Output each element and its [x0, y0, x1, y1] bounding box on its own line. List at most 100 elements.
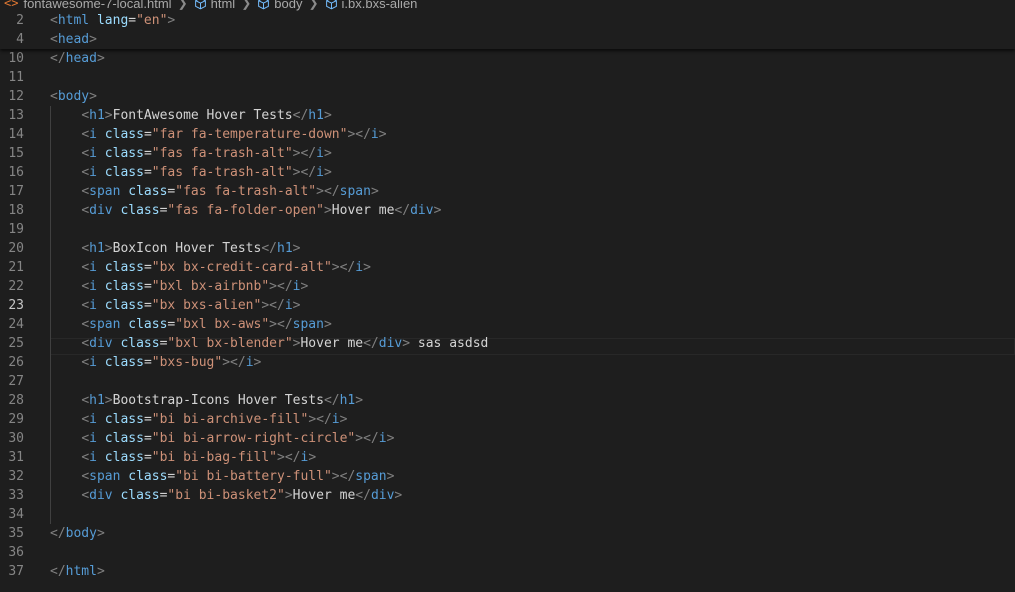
- breadcrumb-item-html[interactable]: html: [194, 0, 235, 11]
- code-text: <i class="bxl bx-airbnb"></i>: [50, 277, 308, 296]
- code-line[interactable]: 35 </body>: [0, 524, 1015, 543]
- code-token: >: [355, 393, 364, 408]
- code-token: =: [143, 298, 152, 313]
- code-line[interactable]: 23 <i class="bx bxs-alien"></i>: [0, 296, 1015, 315]
- code-token: i: [89, 412, 97, 427]
- line-number: 12: [8, 89, 24, 104]
- code-token: =: [143, 450, 152, 465]
- code-line[interactable]: 19: [0, 220, 1015, 239]
- code-text: <i class="far fa-temperature-down"></i>: [50, 125, 386, 144]
- code-token: >: [300, 279, 309, 294]
- code-token: >: [104, 393, 113, 408]
- code-token: class: [104, 298, 144, 313]
- code-token: >: [308, 412, 317, 427]
- code-token: i: [89, 298, 97, 313]
- code-token: >: [96, 51, 105, 66]
- code-line[interactable]: 27: [0, 372, 1015, 391]
- code-token: </: [355, 488, 371, 503]
- code-line[interactable]: 33 <div class="bi bi-basket2">Hover me</…: [0, 486, 1015, 505]
- code-line[interactable]: 14 <i class="far fa-temperature-down"></…: [0, 125, 1015, 144]
- code-token: class: [120, 203, 160, 218]
- code-line[interactable]: 31 <i class="bi bi-bag-fill"></i>: [0, 448, 1015, 467]
- code-token: >: [402, 336, 411, 351]
- breadcrumb-item-body[interactable]: body: [257, 0, 302, 11]
- code-line[interactable]: 24 <span class="bxl bx-aws"></span>: [0, 315, 1015, 334]
- cube-icon: [258, 0, 270, 9]
- code-text: <head>: [50, 30, 97, 49]
- code-token: span: [89, 184, 121, 199]
- code-token: body: [65, 526, 97, 541]
- code-token: >: [269, 279, 277, 294]
- code-token: i: [331, 412, 340, 427]
- code-token: class: [104, 260, 144, 275]
- code-text: <span class="fas fa-trash-alt"></span>: [50, 182, 378, 201]
- code-line[interactable]: 15 <i class="fas fa-trash-alt"></i>: [0, 144, 1015, 163]
- code-token: i: [316, 146, 324, 161]
- code-token: h1: [89, 241, 105, 256]
- code-token: class: [104, 355, 144, 370]
- code-line[interactable]: 29 <i class="bi bi-archive-fill"></i>: [0, 410, 1015, 429]
- code-token: =: [143, 146, 152, 161]
- code-token: div: [89, 203, 113, 218]
- code-token: >: [323, 317, 332, 332]
- code-line[interactable]: 26 <i class="bxs-bug"></i>: [0, 353, 1015, 372]
- code-token: =: [128, 13, 137, 28]
- code-token: >: [89, 32, 97, 47]
- code-token: </: [284, 450, 301, 465]
- code-line[interactable]: 20 <h1>BoxIcon Hover Tests</h1>: [0, 239, 1015, 258]
- code-line[interactable]: 2 <html lang="en">: [0, 11, 1015, 30]
- code-token: >: [331, 469, 340, 484]
- code-text: <i class="bxs-bug"></i>: [50, 353, 261, 372]
- code-line[interactable]: 16 <i class="fas fa-trash-alt"></i>: [0, 163, 1015, 182]
- code-token: <: [81, 469, 90, 484]
- code-line[interactable]: 13 <h1>FontAwesome Hover Tests</h1>: [0, 106, 1015, 125]
- breadcrumb-label: i.bx.bxs-alien: [341, 0, 418, 11]
- code-line[interactable]: 11: [0, 68, 1015, 87]
- code-line[interactable]: 30 <i class="bi bi-arrow-right-circle"><…: [0, 429, 1015, 448]
- code-token: </: [339, 260, 356, 275]
- code-line[interactable]: 10 </head>: [0, 49, 1015, 68]
- code-token: >: [433, 203, 442, 218]
- breadcrumb-item-element[interactable]: i.bx.bxs-alien: [325, 0, 418, 11]
- code-line[interactable]: 36: [0, 543, 1015, 562]
- code-line[interactable]: 34: [0, 505, 1015, 524]
- code-line[interactable]: 37 </html>: [0, 562, 1015, 581]
- code-token: class: [128, 469, 168, 484]
- chevron-right-icon: ❯: [308, 0, 319, 10]
- code-token: </: [300, 146, 317, 161]
- code-token: </: [269, 298, 285, 313]
- breadcrumb-item-file[interactable]: <> fontawesome-7-local.html: [4, 0, 172, 11]
- code-token: i: [355, 260, 364, 275]
- code-line[interactable]: 28 <h1>Bootstrap-Icons Hover Tests</h1>: [0, 391, 1015, 410]
- code-line[interactable]: 18 <div class="fas fa-folder-open">Hover…: [0, 201, 1015, 220]
- code-line[interactable]: 21 <i class="bx bx-credit-card-alt"></i>: [0, 258, 1015, 277]
- code-token: span: [292, 317, 324, 332]
- code-line[interactable]: 17 <span class="fas fa-trash-alt"></span…: [0, 182, 1015, 201]
- code-line[interactable]: 12 <body>: [0, 87, 1015, 106]
- line-number: 4: [16, 32, 24, 47]
- code-text: <i class="bi bi-bag-fill"></i>: [50, 448, 316, 467]
- code-line[interactable]: 22 <i class="bxl bx-airbnb"></i>: [0, 277, 1015, 296]
- code-token: </: [355, 127, 371, 142]
- code-token: "bxl bx-airbnb": [151, 279, 270, 294]
- code-token: "bxs-bug": [151, 355, 223, 370]
- code-token: >: [355, 431, 364, 446]
- line-number: 21: [8, 260, 24, 275]
- code-line[interactable]: 25 <div class="bxl bx-blender">Hover me<…: [0, 334, 1015, 353]
- code-token: class: [120, 336, 160, 351]
- code-text: <span class="bi bi-battery-full"></span>: [50, 467, 394, 486]
- sticky-scroll-header[interactable]: 2 <html lang="en"> 4 <head>: [0, 11, 1015, 49]
- code-editor[interactable]: 10 </head> 11 12 <body> 13 <h1>FontAwesome Ho…: [0, 49, 1015, 592]
- code-line[interactable]: 32 <span class="bi bi-battery-full"></sp…: [0, 467, 1015, 486]
- code-token: class: [128, 184, 168, 199]
- code-token: </: [277, 317, 293, 332]
- code-token: i: [89, 450, 97, 465]
- code-token: </: [323, 184, 340, 199]
- code-line[interactable]: 4 <head>: [0, 30, 1015, 49]
- code-token: <: [81, 241, 90, 256]
- code-token: =: [143, 355, 152, 370]
- code-text: <i class="bi bi-arrow-right-circle"></i>: [50, 429, 394, 448]
